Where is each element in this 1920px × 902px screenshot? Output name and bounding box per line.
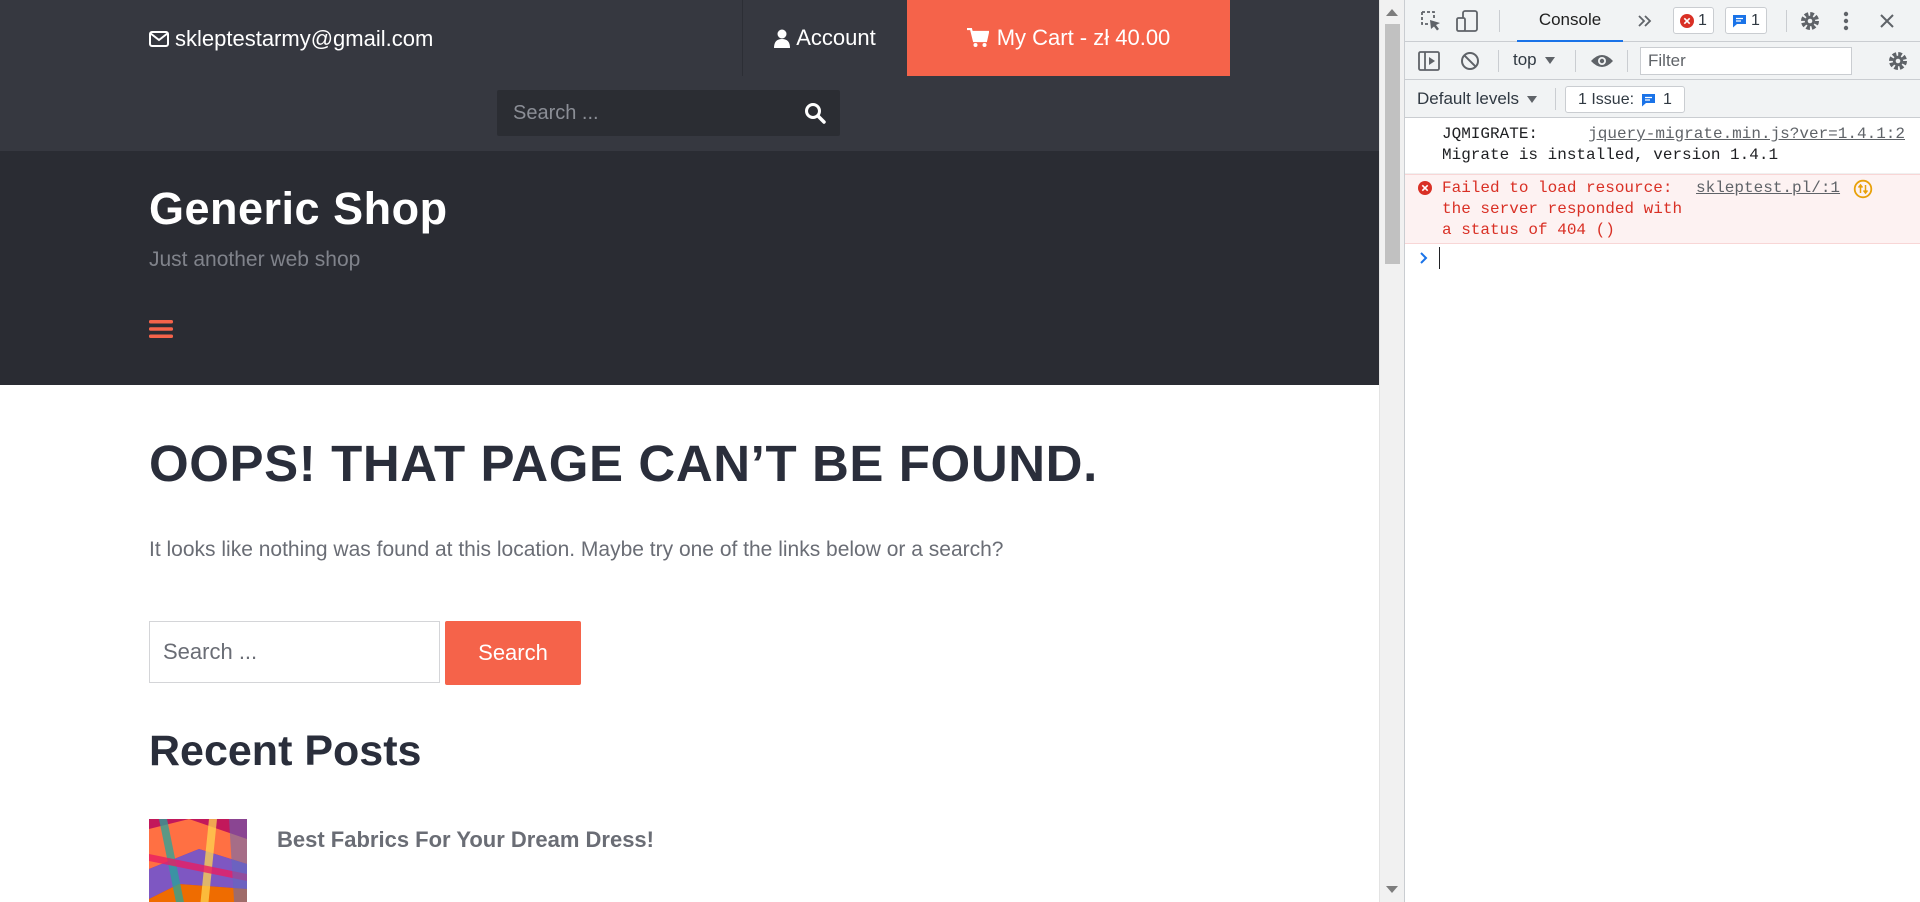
recent-posts-title: Recent Posts — [149, 727, 422, 775]
log-levels-label: Default levels — [1417, 89, 1520, 108]
search-input[interactable] — [149, 621, 440, 683]
close-icon[interactable] — [1875, 9, 1899, 33]
scroll-up-arrow-icon[interactable] — [1386, 9, 1398, 16]
site-title[interactable]: Generic Shop — [149, 183, 448, 235]
issues-button[interactable]: 1 Issue: 1 — [1565, 86, 1685, 113]
cart-label: My Cart - zł 40.00 — [996, 25, 1171, 50]
page-title: OOPS! THAT PAGE CAN’T BE FOUND. — [149, 435, 1098, 492]
error-icon — [1680, 13, 1694, 28]
issues-count: 1 — [1663, 90, 1672, 108]
account-label: Account — [796, 25, 876, 50]
message-count-badge[interactable]: 1 — [1725, 7, 1767, 34]
post-thumbnail[interactable] — [149, 819, 247, 902]
toolbar-divider — [1627, 50, 1628, 72]
kebab-menu-icon[interactable] — [1838, 9, 1854, 33]
cart-icon — [966, 28, 989, 47]
search-button[interactable]: Search — [445, 621, 581, 685]
toolbar-divider — [1499, 10, 1500, 32]
log-levels-dropdown[interactable]: Default levels — [1417, 89, 1538, 109]
console-levels-bar: Default levels 1 Issue: 1 — [1405, 80, 1920, 118]
text-cursor — [1439, 247, 1440, 269]
header-search-input[interactable] — [497, 90, 790, 136]
console-settings-icon[interactable] — [1886, 49, 1910, 73]
error-text-line1: Failed to load resource: — [1442, 179, 1673, 197]
envelope-icon — [149, 31, 169, 47]
console-message-info: JQMIGRATE: jquery-migrate.min.js?ver=1.4… — [1405, 124, 1920, 174]
chevron-down-icon — [1544, 56, 1555, 64]
error-text-line3: a status of 404 () — [1442, 221, 1615, 239]
context-label: top — [1513, 50, 1537, 69]
toolbar-divider — [1498, 50, 1499, 72]
console-toolbar: top — [1405, 42, 1920, 80]
email-text: skleptestarmy@gmail.com — [175, 26, 434, 51]
main-content: OOPS! THAT PAGE CAN’T BE FOUND. It looks… — [0, 385, 1379, 902]
device-toolbar-icon[interactable] — [1455, 9, 1481, 33]
info-source-link[interactable]: jquery-migrate.min.js?ver=1.4.1:2 — [1588, 124, 1905, 145]
error-text-line2: the server responded with — [1442, 200, 1683, 218]
clear-console-icon[interactable] — [1459, 50, 1481, 72]
menu-toggle-button[interactable] — [149, 319, 173, 339]
scrollbar-thumb[interactable] — [1385, 24, 1400, 264]
toolbar-divider — [1555, 88, 1556, 110]
info-message: Migrate is installed, version 1.4.1 — [1442, 146, 1779, 164]
message-count: 1 — [1751, 11, 1760, 29]
console-message-error: Failed to load resource: the server resp… — [1405, 174, 1920, 244]
issues-label: 1 Issue: — [1578, 90, 1635, 108]
devtools-tab-bar: Console 1 1 — [1405, 0, 1920, 42]
error-source-link[interactable]: skleptest.pl/:1 — [1696, 178, 1840, 199]
page-scrollbar[interactable] — [1379, 0, 1404, 902]
account-link[interactable]: Account — [742, 0, 907, 76]
sidebar-toggle-icon[interactable] — [1417, 50, 1441, 72]
cart-button[interactable]: My Cart - zł 40.00 — [907, 0, 1230, 76]
tab-console[interactable]: Console — [1517, 0, 1623, 42]
console-prompt[interactable] — [1419, 247, 1440, 269]
scroll-down-arrow-icon[interactable] — [1386, 886, 1398, 893]
toolbar-divider — [1786, 10, 1787, 32]
message-icon — [1642, 93, 1656, 106]
list-item: Best Fabrics For Your Dream Dress! — [149, 819, 654, 902]
settings-icon[interactable] — [1798, 9, 1822, 33]
header-search-button[interactable] — [790, 90, 840, 136]
search-form: Search — [149, 621, 581, 685]
site-header: Generic Shop Just another web shop — [0, 151, 1379, 385]
network-request-icon[interactable] — [1853, 179, 1873, 199]
more-tabs-icon[interactable] — [1635, 10, 1655, 32]
devtools-panel: Console 1 1 top Filter Default levels 1 … — [1404, 0, 1920, 902]
header-search — [497, 90, 840, 136]
error-count-badge[interactable]: 1 — [1673, 7, 1714, 34]
info-prefix: JQMIGRATE: — [1442, 125, 1539, 143]
eye-icon[interactable] — [1589, 50, 1615, 72]
error-count: 1 — [1698, 11, 1707, 29]
post-title-link[interactable]: Best Fabrics For Your Dream Dress! — [277, 827, 654, 902]
context-selector[interactable]: top — [1513, 50, 1555, 70]
chevron-down-icon — [1527, 95, 1538, 103]
prompt-chevron-icon — [1420, 252, 1428, 264]
search-icon — [805, 103, 826, 124]
error-icon — [1418, 181, 1432, 195]
site-tagline: Just another web shop — [149, 248, 361, 271]
email-link[interactable]: skleptestarmy@gmail.com — [149, 22, 433, 56]
hamburger-icon — [149, 320, 173, 338]
message-icon — [1733, 14, 1746, 27]
not-found-description: It looks like nothing was found at this … — [149, 538, 1004, 561]
console-filter-input[interactable] — [1640, 47, 1852, 75]
toolbar-divider — [1575, 50, 1576, 72]
top-bar: skleptestarmy@gmail.com Account My Cart … — [0, 0, 1379, 151]
user-icon — [774, 29, 791, 48]
inspect-icon[interactable] — [1418, 9, 1444, 33]
page-viewport: skleptestarmy@gmail.com Account My Cart … — [0, 0, 1379, 902]
